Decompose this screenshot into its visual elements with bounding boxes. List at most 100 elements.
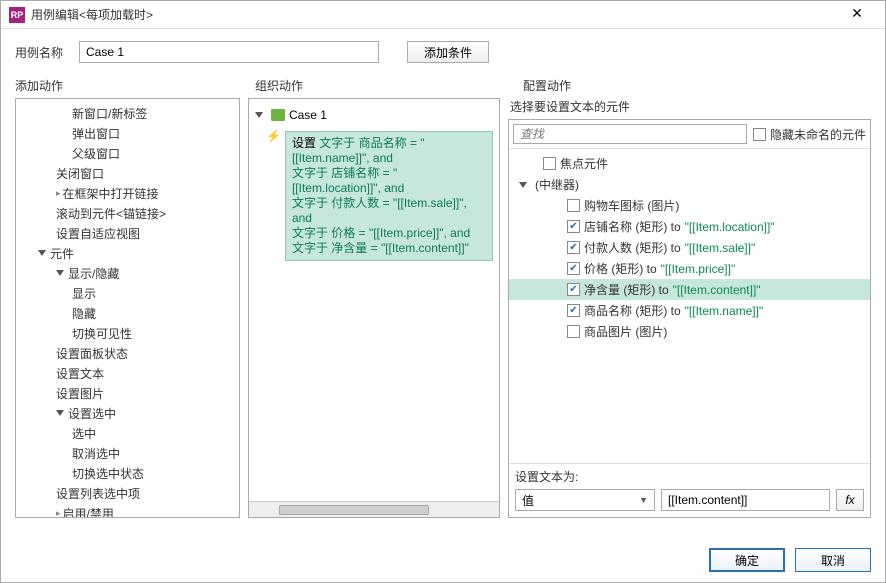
tree-action-item[interactable]: 新窗口/新标签	[16, 103, 239, 123]
tree-action-item[interactable]: 设置列表选中项	[16, 483, 239, 503]
expand-icon[interactable]	[519, 182, 527, 188]
chevron-down-icon: ▼	[639, 495, 648, 505]
tree-action-item[interactable]: ▸在框架中打开链接	[16, 183, 239, 203]
action-tree: 新窗口/新标签弹出窗口父级窗口关闭窗口▸在框架中打开链接滚动到元件<锚链接> 设置…	[16, 99, 239, 518]
widget-value: "[[Item.price]]"	[661, 262, 736, 276]
checkbox-icon[interactable]	[567, 325, 580, 338]
checkbox-icon[interactable]	[567, 199, 580, 212]
widget-picker: 隐藏未命名的元件 焦点元件 (中继器) 购物车图标 (图片) 店铺名称 (矩形) to…	[508, 119, 871, 518]
tree-action-item[interactable]: ▸启用/禁用	[16, 503, 239, 518]
tree-action-item[interactable]: 设置面板状态	[16, 343, 239, 363]
tree-action-item[interactable]: 滚动到元件<锚链接>	[16, 203, 239, 223]
set-text-action[interactable]: 设置 文字于 商品名称 = "[[Item.name]]", and 文字于 店…	[285, 131, 493, 261]
case-node[interactable]: Case 1	[255, 105, 493, 125]
text-value-input[interactable]	[661, 489, 830, 511]
fx-button[interactable]: fx	[836, 489, 864, 511]
checkbox-icon[interactable]	[567, 283, 580, 296]
tree-action-item[interactable]: 父级窗口	[16, 143, 239, 163]
tree-item-label: 切换选中状态	[72, 465, 144, 482]
tree-action-item[interactable]: 设置文本	[16, 363, 239, 383]
expand-icon[interactable]	[255, 112, 263, 118]
checkbox-icon[interactable]	[753, 128, 766, 141]
tree-item-label: 父级窗口	[72, 145, 120, 162]
action-line: 文字于 付款人数 = "[[Item.sale]]", and	[292, 196, 467, 225]
text-type-combo[interactable]: 值 ▼	[515, 489, 655, 511]
set-text-label: 设置文本为:	[515, 468, 864, 485]
widget-item[interactable]: 购物车图标 (图片)	[509, 195, 870, 216]
widget-item[interactable]: 店铺名称 (矩形) to "[[Item.location]]"	[509, 216, 870, 237]
widget-item[interactable]: 焦点元件	[509, 153, 870, 174]
tree-action-item[interactable]: 设置自适应视图	[16, 223, 239, 243]
close-icon[interactable]: ✕	[837, 5, 877, 25]
widget-item[interactable]: 净含量 (矩形) to "[[Item.content]]"	[509, 279, 870, 300]
tree-action-item[interactable]: 设置图片	[16, 383, 239, 403]
hide-unnamed-label: 隐藏未命名的元件	[770, 126, 866, 143]
expand-icon[interactable]	[56, 410, 64, 416]
checkbox-icon[interactable]	[567, 304, 580, 317]
case-label: Case 1	[289, 108, 327, 122]
case-name-input[interactable]	[79, 41, 379, 63]
add-action-panel[interactable]: 新窗口/新标签弹出窗口父级窗口关闭窗口▸在框架中打开链接滚动到元件<锚链接> 设置…	[15, 98, 240, 518]
tree-group[interactable]: 显示/隐藏	[16, 263, 239, 283]
widget-item[interactable]: 价格 (矩形) to "[[Item.price]]"	[509, 258, 870, 279]
tree-action-item[interactable]: 切换可见性	[16, 323, 239, 343]
widget-label: 购物车图标 (图片)	[584, 197, 679, 214]
action-line: 文字于 净含量 = "[[Item.content]]"	[292, 241, 469, 255]
tree-group[interactable]: 设置选中	[16, 403, 239, 423]
app-icon: RP	[9, 7, 25, 23]
tree-item-label: 滚动到元件<锚链接>	[56, 205, 166, 222]
scrollbar-thumb[interactable]	[279, 505, 429, 515]
tree-item-label: 显示/隐藏	[68, 265, 119, 282]
tree-item-label: 设置自适应视图	[56, 225, 140, 242]
checkbox-icon[interactable]	[567, 220, 580, 233]
expand-icon[interactable]	[56, 270, 64, 276]
widget-label: (中继器)	[535, 176, 579, 193]
checkbox-icon[interactable]	[567, 262, 580, 275]
expand-icon[interactable]	[38, 250, 46, 256]
tree-item-label: 设置图片	[56, 385, 104, 402]
checkbox-icon[interactable]	[543, 157, 556, 170]
tree-group[interactable]: 元件	[16, 243, 239, 263]
action-verb: 设置	[292, 136, 316, 150]
action-line: 文字于 价格 = "[[Item.price]]", and	[292, 226, 470, 240]
dialog-footer: 确定 取消	[1, 540, 885, 582]
ok-button[interactable]: 确定	[709, 548, 785, 572]
widget-label: 焦点元件	[560, 155, 608, 172]
tree-item-label: 启用/禁用	[63, 505, 114, 519]
widget-item[interactable]: 商品名称 (矩形) to "[[Item.name]]"	[509, 300, 870, 321]
add-condition-button[interactable]: 添加条件	[407, 41, 489, 63]
search-row: 隐藏未命名的元件	[509, 120, 870, 149]
select-widget-label: 选择要设置文本的元件	[508, 98, 871, 119]
dialog-title: 用例编辑<每项加载时>	[31, 6, 837, 23]
horizontal-scrollbar[interactable]	[249, 501, 499, 517]
widget-value: "[[Item.sale]]"	[685, 241, 756, 255]
tree-action-item[interactable]: 弹出窗口	[16, 123, 239, 143]
widget-label: 价格 (矩形) to	[584, 260, 657, 277]
cancel-button[interactable]: 取消	[795, 548, 871, 572]
hide-unnamed-checkbox[interactable]: 隐藏未命名的元件	[753, 126, 866, 143]
tree-item-label: 选中	[72, 425, 96, 442]
widget-item[interactable]: 商品图片 (图片)	[509, 321, 870, 342]
tree-action-item[interactable]: 关闭窗口	[16, 163, 239, 183]
combo-value: 值	[522, 492, 534, 509]
checkbox-icon[interactable]	[567, 241, 580, 254]
tree-action-item[interactable]: 取消选中	[16, 443, 239, 463]
widget-tree[interactable]: 焦点元件 (中继器) 购物车图标 (图片) 店铺名称 (矩形) to "[[Item.…	[509, 149, 870, 463]
case-name-row: 用例名称 添加条件	[1, 29, 885, 73]
widget-item[interactable]: 付款人数 (矩形) to "[[Item.sale]]"	[509, 237, 870, 258]
tree-action-item[interactable]: 切换选中状态	[16, 463, 239, 483]
search-input[interactable]	[513, 124, 747, 144]
tree-action-item[interactable]: 选中	[16, 423, 239, 443]
case-tree[interactable]: Case 1 ⚡ 设置 文字于 商品名称 = "[[Item.name]]", …	[249, 99, 499, 501]
tree-item-label: 新窗口/新标签	[72, 105, 147, 122]
bolt-icon: ⚡	[266, 129, 281, 143]
case-name-label: 用例名称	[15, 44, 71, 61]
tree-action-item[interactable]: 显示	[16, 283, 239, 303]
tree-item-label: 设置文本	[56, 365, 104, 382]
widget-label: 商品图片 (图片)	[584, 323, 667, 340]
widget-value: "[[Item.name]]"	[685, 304, 764, 318]
tree-item-label: 隐藏	[72, 305, 96, 322]
widget-label: 商品名称 (矩形) to	[584, 302, 681, 319]
widget-group[interactable]: (中继器)	[509, 174, 870, 195]
tree-action-item[interactable]: 隐藏	[16, 303, 239, 323]
